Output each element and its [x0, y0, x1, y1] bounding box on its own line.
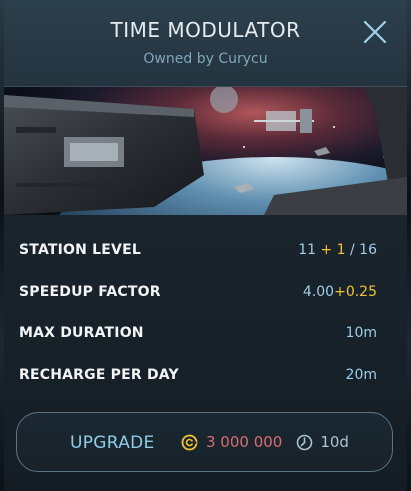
stat-label: SPEEDUP FACTOR: [19, 284, 161, 300]
upgrade-button[interactable]: UPGRADE 3 000 000 10d: [16, 412, 393, 472]
stat-value: 11 + 1 / 16: [298, 242, 377, 258]
stat-row-recharge-per-day: RECHARGE PER DAY 20m: [19, 363, 377, 387]
station-banner-image: [4, 87, 407, 215]
stat-label: RECHARGE PER DAY: [19, 367, 179, 383]
close-icon: [363, 20, 387, 44]
stat-row-speedup-factor: SPEEDUP FACTOR 4.00+0.25: [19, 280, 377, 304]
stat-max-value: / 16: [345, 242, 377, 258]
stat-base-value: 4.00: [302, 284, 335, 300]
stat-value: 10m: [345, 325, 377, 341]
upgrade-cost: 3 000 000 10d: [181, 433, 349, 451]
upgrade-label: UPGRADE: [70, 433, 155, 453]
stat-label: STATION LEVEL: [19, 242, 141, 258]
stats-list: STATION LEVEL 11 + 1 / 16 SPEEDUP FACTOR…: [4, 215, 407, 395]
stat-base-value: 11: [298, 242, 317, 258]
currency-icon: [181, 434, 198, 450]
modal-panel: TIME MODULATOR Owned by Curycu STATION L…: [0, 0, 411, 491]
stat-bonus-value: + 1: [316, 242, 346, 258]
panel-edge-right: [407, 0, 411, 491]
stat-row-station-level: STATION LEVEL 11 + 1 / 16: [19, 238, 377, 262]
stat-bonus-value: +0.25: [334, 284, 377, 300]
close-button[interactable]: [361, 18, 389, 46]
clock-icon: [297, 434, 313, 450]
space-station-illustration: [4, 87, 407, 215]
owner-subtitle: Owned by Curycu: [143, 51, 268, 67]
cost-amount: 3 000 000: [206, 433, 283, 451]
modal-title: TIME MODULATOR: [110, 18, 301, 42]
stat-row-max-duration: MAX DURATION 10m: [19, 321, 377, 345]
upgrade-duration: 10d: [320, 433, 349, 451]
stat-label: MAX DURATION: [19, 325, 144, 341]
stat-value: 20m: [345, 367, 377, 383]
stat-value: 4.00+0.25: [303, 284, 377, 300]
modal-header: TIME MODULATOR Owned by Curycu: [4, 0, 407, 87]
